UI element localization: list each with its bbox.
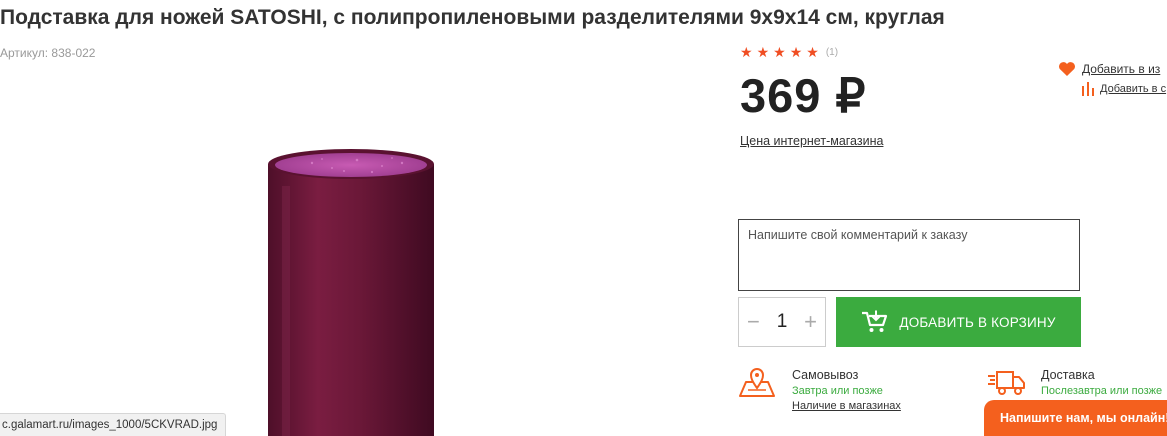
pickup-map-icon — [739, 368, 775, 397]
quantity-decrease-button[interactable]: − — [747, 311, 760, 333]
star-icon: ★ — [756, 44, 770, 60]
star-icon: ★ — [806, 44, 819, 60]
add-to-compare-link[interactable]: Добавить в с — [1081, 82, 1166, 96]
sku-label: Артикул: — [0, 46, 49, 60]
quantity-increase-button[interactable]: + — [804, 311, 817, 333]
delivery-date: Послезавтра или позже — [1041, 385, 1163, 397]
online-chat-button[interactable]: Напишите нам, мы онлайн! — [984, 400, 1167, 436]
add-to-favorites-label: Добавить в из — [1082, 62, 1161, 76]
delivery-title: Доставка — [1041, 368, 1095, 382]
product-title: Подставка для ножей SATOSHI, с полипропи… — [0, 6, 945, 29]
price-value: 369 — [740, 69, 822, 122]
compare-bars-icon — [1082, 82, 1094, 96]
pickup-title: Самовывоз — [792, 368, 859, 382]
sku-value: 838-022 — [51, 46, 96, 60]
rating-count[interactable]: (1) — [826, 47, 838, 58]
quantity-stepper: − 1 + — [738, 297, 826, 347]
browser-status-url: c.galamart.ru/images_1000/5CKVRAD.jpg — [0, 413, 227, 436]
add-to-favorites-link[interactable]: Добавить в из — [1058, 61, 1160, 77]
product-image[interactable] — [262, 146, 440, 436]
star-icon: ★ — [773, 44, 786, 60]
delivery-truck-icon — [988, 371, 1025, 395]
product-rating[interactable]: ★ ★ ★ ★ ★ (1) — [740, 44, 838, 60]
star-icon: ★ — [789, 44, 803, 60]
star-icon: ★ — [740, 44, 753, 60]
add-to-compare-label: Добавить в с — [1100, 83, 1167, 95]
product-sku: Артикул: 838-022 — [0, 46, 95, 60]
add-to-cart-button[interactable]: Добавить в корзину — [836, 297, 1081, 347]
cart-icon — [862, 310, 888, 332]
quantity-value[interactable]: 1 — [777, 311, 788, 333]
heart-icon — [1059, 62, 1075, 76]
store-availability-link[interactable]: Наличие в магазинах — [792, 400, 901, 412]
price-note-link[interactable]: Цена интернет-магазина — [740, 134, 883, 148]
order-comment-field[interactable] — [738, 219, 1080, 291]
price-currency: ₽ — [835, 69, 867, 122]
pickup-date: Завтра или позже — [792, 385, 883, 397]
add-to-cart-label: Добавить в корзину — [899, 314, 1056, 330]
product-price: 369 ₽ — [740, 68, 866, 124]
